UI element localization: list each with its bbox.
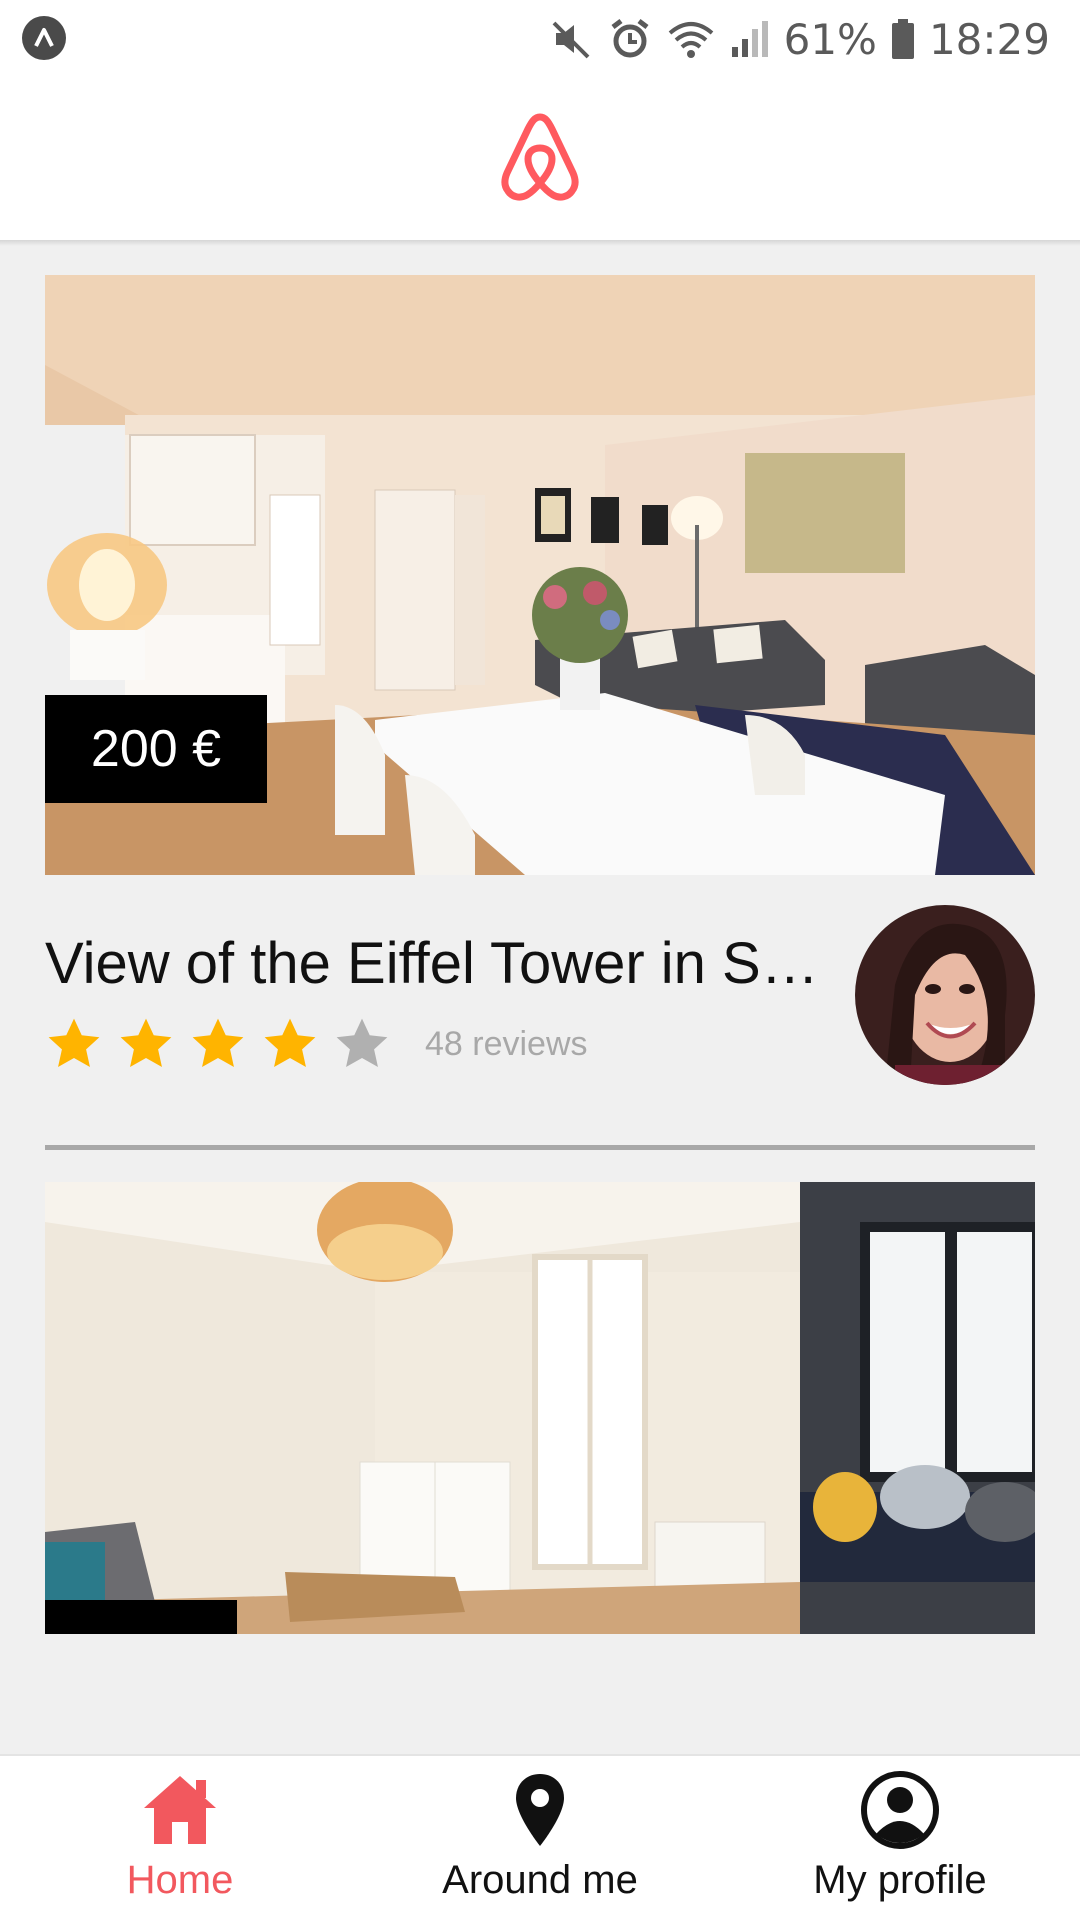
tab-label: My profile <box>813 1858 987 1902</box>
apartment-photo <box>45 1182 1035 1634</box>
rating-stars: 48 reviews <box>45 1015 588 1073</box>
header-shadow <box>0 240 1080 246</box>
battery-icon <box>891 19 914 59</box>
status-bar: 61% 18:29 <box>0 0 1080 78</box>
star-empty-icon <box>336 1018 388 1067</box>
price-tag: 200 € <box>45 695 267 803</box>
clock: 18:29 <box>928 14 1050 64</box>
star-filled-icon <box>120 1018 172 1067</box>
host-avatar[interactable] <box>855 905 1035 1085</box>
tab-home[interactable]: Home <box>0 1756 360 1922</box>
wifi-icon <box>668 22 713 58</box>
battery-percent: 61% <box>783 14 877 64</box>
reviews-count: 48 reviews <box>425 1024 588 1063</box>
status-icons: 61% 18:29 <box>550 12 1050 66</box>
listing-title[interactable]: View of the Eiffel Tower in S… <box>45 930 835 997</box>
user-circle-icon <box>861 1771 939 1849</box>
home-icon <box>144 1776 216 1844</box>
alarm-icon <box>611 19 649 58</box>
tab-label: Home <box>126 1858 234 1902</box>
listing-divider <box>45 1145 1035 1150</box>
listing-photo[interactable] <box>45 1182 1035 1634</box>
tab-around-me[interactable]: Around me <box>360 1756 720 1922</box>
price-tag <box>45 1600 237 1634</box>
tab-label: Around me <box>442 1858 638 1902</box>
app-notification-icon <box>22 16 66 60</box>
mute-icon <box>552 21 590 59</box>
bottom-tab-bar: Home Around me My profile <box>0 1754 1080 1922</box>
listing-photo[interactable]: 200 € <box>45 275 1035 875</box>
star-filled-icon <box>192 1018 244 1067</box>
signal-icon <box>731 21 768 57</box>
app-header <box>0 78 1080 240</box>
star-filled-icon <box>264 1018 316 1067</box>
tab-my-profile[interactable]: My profile <box>720 1756 1080 1922</box>
airbnb-logo-icon <box>501 113 579 201</box>
star-filled-icon <box>48 1018 100 1067</box>
location-pin-icon <box>516 1774 564 1846</box>
